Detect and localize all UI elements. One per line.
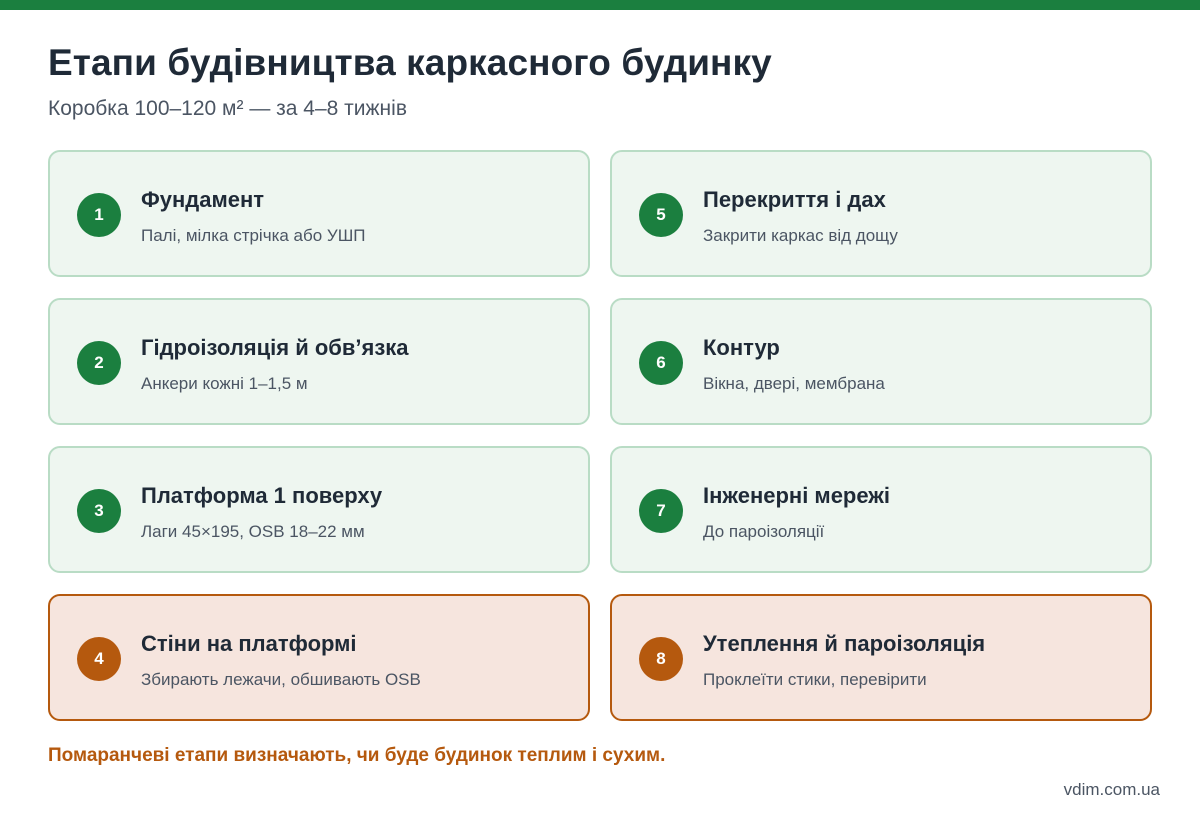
highlight-note: Помаранчеві етапи визначають, чи буде бу… [48, 745, 666, 766]
stage-title: Утеплення й пароізоляція [703, 631, 986, 656]
stage-description: Анкери кожні 1–1,5 м [141, 374, 308, 393]
top-accent-bar [0, 0, 1200, 10]
stage-title: Стіни на платформі [141, 631, 357, 656]
stage-number-badge: 7 [639, 489, 683, 533]
stage-title: Гідроізоляція й обв’язка [141, 335, 409, 360]
stage-card-7: 7 Інженерні мережі До пароізоляції [610, 446, 1152, 573]
stage-number-badge: 4 [77, 637, 121, 681]
page-title: Етапи будівництва каркасного будинку [48, 42, 772, 83]
source-credit: vdim.com.ua [1063, 780, 1160, 799]
stage-number-badge: 2 [77, 341, 121, 385]
stage-card-1: 1 Фундамент Палі, мілка стрічка або УШП [48, 150, 590, 277]
stage-number-badge: 8 [639, 637, 683, 681]
stage-card-6: 6 Контур Вікна, двері, мембрана [610, 298, 1152, 425]
stage-description: Палі, мілка стрічка або УШП [141, 226, 366, 245]
stages-grid: 1 Фундамент Палі, мілка стрічка або УШП … [48, 150, 1152, 721]
stage-description: Проклеїти стики, перевірити [703, 670, 927, 689]
stage-description: Закрити каркас від дощу [703, 226, 898, 245]
stage-description: Вікна, двері, мембрана [703, 374, 885, 393]
stage-description: До пароізоляції [703, 522, 825, 541]
stage-card-8: 8 Утеплення й пароізоляція Проклеїти сти… [610, 594, 1152, 721]
stage-card-3: 3 Платформа 1 поверху Лаги 45×195, OSB 1… [48, 446, 590, 573]
stage-card-5: 5 Перекриття і дах Закрити каркас від до… [610, 150, 1152, 277]
stage-number-badge: 6 [639, 341, 683, 385]
stage-card-2: 2 Гідроізоляція й обв’язка Анкери кожні … [48, 298, 590, 425]
stage-title: Платформа 1 поверху [141, 483, 383, 508]
stage-card-4: 4 Стіни на платформі Збирають лежачи, об… [48, 594, 590, 721]
stage-title: Інженерні мережі [703, 483, 891, 508]
stage-description: Збирають лежачи, обшивають OSB [141, 670, 421, 689]
stage-number-badge: 5 [639, 193, 683, 237]
stage-title: Перекриття і дах [703, 187, 886, 212]
stage-title: Контур [703, 335, 780, 360]
stage-number-badge: 3 [77, 489, 121, 533]
stage-number-badge: 1 [77, 193, 121, 237]
stage-title: Фундамент [141, 187, 265, 212]
page-subtitle: Коробка 100–120 м² — за 4–8 тижнів [48, 97, 407, 120]
stage-description: Лаги 45×195, OSB 18–22 мм [141, 522, 365, 541]
